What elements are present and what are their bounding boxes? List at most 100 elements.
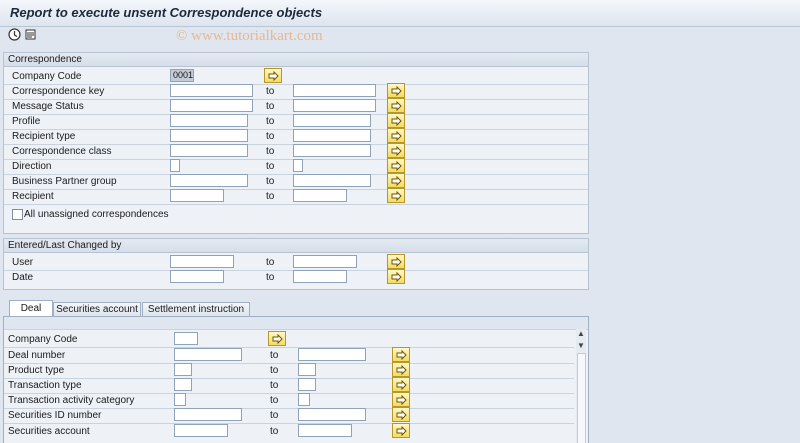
arrow-right-icon: [391, 272, 402, 282]
multiple-selection-button[interactable]: [387, 83, 405, 98]
date-from-input[interactable]: [170, 270, 224, 283]
arrow-right-icon: [391, 116, 402, 126]
direction-from-input[interactable]: [170, 159, 180, 172]
tab-securities-account[interactable]: Securities account: [53, 302, 141, 317]
direction-to-input[interactable]: [293, 159, 303, 172]
multiple-selection-button[interactable]: [392, 423, 410, 438]
multiple-selection-button[interactable]: [387, 188, 405, 203]
transaction-type-from-input[interactable]: [174, 378, 192, 391]
recipient-to-input[interactable]: [293, 189, 347, 202]
recipient-type-to-input[interactable]: [293, 129, 371, 142]
securities-id-from-input[interactable]: [174, 408, 242, 421]
arrow-right-icon: [391, 257, 402, 267]
all-unassigned-checkbox[interactable]: [12, 209, 23, 220]
multiple-selection-button[interactable]: [387, 254, 405, 269]
tab-deal[interactable]: Deal: [9, 300, 53, 317]
scroll-down-icon[interactable]: ▼: [577, 342, 585, 350]
company-code-input[interactable]: 0001: [170, 69, 194, 82]
transaction-type-to-input[interactable]: [298, 378, 316, 391]
to-label: to: [270, 395, 279, 406]
row-correspondence-class: Correspondence class to: [4, 143, 588, 160]
correspondence-class-from-input[interactable]: [170, 144, 248, 157]
arrow-right-icon: [391, 86, 402, 96]
deal-number-to-input[interactable]: [298, 348, 366, 361]
tabstrip: Deal Securities account Settlement instr…: [3, 300, 587, 317]
row-user: User to: [4, 254, 588, 271]
recipient-type-from-input[interactable]: [170, 129, 248, 142]
scroll-track[interactable]: [577, 353, 586, 443]
securities-account-to-input[interactable]: [298, 424, 352, 437]
field-label: Company Code: [8, 334, 78, 345]
user-from-input[interactable]: [170, 255, 234, 268]
arrow-right-icon: [391, 161, 402, 171]
product-type-from-input[interactable]: [174, 363, 192, 376]
multiple-selection-button[interactable]: [387, 98, 405, 113]
recipient-from-input[interactable]: [170, 189, 224, 202]
correspondence-key-from-input[interactable]: [170, 84, 253, 97]
group-title: Correspondence: [4, 53, 588, 67]
multiple-selection-button[interactable]: [392, 407, 410, 422]
profile-to-input[interactable]: [293, 114, 371, 127]
date-to-input[interactable]: [293, 270, 347, 283]
multiple-selection-button[interactable]: [387, 128, 405, 143]
field-label: Company Code: [12, 71, 82, 82]
title-bar: Report to execute unsent Correspondence …: [0, 0, 800, 27]
securities-account-from-input[interactable]: [174, 424, 228, 437]
get-variant-icon[interactable]: [24, 28, 38, 42]
multiple-selection-button[interactable]: [387, 143, 405, 158]
field-label: Profile: [12, 116, 41, 127]
to-label: to: [266, 176, 275, 187]
arrow-right-icon: [391, 191, 402, 201]
row-product-type: Product type to: [4, 362, 574, 379]
message-status-to-input[interactable]: [293, 99, 376, 112]
multiple-selection-button[interactable]: [268, 331, 286, 346]
multiple-selection-button[interactable]: [387, 269, 405, 284]
page-title: Report to execute unsent Correspondence …: [10, 5, 323, 20]
row-date: Date to: [4, 269, 588, 285]
to-label: to: [270, 380, 279, 391]
multiple-selection-button[interactable]: [387, 173, 405, 188]
bp-group-from-input[interactable]: [170, 174, 248, 187]
multiple-selection-button[interactable]: [392, 377, 410, 392]
checkbox-label: All unassigned correspondences: [24, 209, 169, 220]
execute-icon[interactable]: [8, 28, 22, 42]
correspondence-class-to-input[interactable]: [293, 144, 371, 157]
bp-group-to-input[interactable]: [293, 174, 371, 187]
user-to-input[interactable]: [293, 255, 357, 268]
panel-header: [4, 317, 588, 330]
to-label: to: [266, 272, 275, 283]
multiple-selection-button[interactable]: [387, 113, 405, 128]
activity-category-from-input[interactable]: [174, 393, 186, 406]
securities-id-to-input[interactable]: [298, 408, 366, 421]
arrow-right-icon: [391, 101, 402, 111]
field-label: Correspondence class: [12, 146, 112, 157]
field-label: Deal number: [8, 350, 66, 361]
to-label: to: [270, 365, 279, 376]
deal-company-code-input[interactable]: [174, 332, 198, 345]
to-label: to: [266, 257, 275, 268]
multiple-selection-button[interactable]: [392, 362, 410, 377]
field-label: Product type: [8, 365, 65, 376]
message-status-from-input[interactable]: [170, 99, 253, 112]
row-recipient: Recipient to: [4, 188, 588, 205]
deal-number-from-input[interactable]: [174, 348, 242, 361]
multiple-selection-button[interactable]: [392, 392, 410, 407]
tab-settlement-instruction[interactable]: Settlement instruction: [142, 302, 250, 317]
row-message-status: Message Status to: [4, 98, 588, 115]
field-label: Correspondence key: [12, 86, 105, 97]
row-company-code: Company Code 0001: [4, 68, 588, 85]
product-type-to-input[interactable]: [298, 363, 316, 376]
field-label: Transaction type: [8, 380, 82, 391]
multiple-selection-button[interactable]: [264, 68, 282, 83]
to-label: to: [266, 86, 275, 97]
correspondence-key-to-input[interactable]: [293, 84, 376, 97]
arrow-right-icon: [396, 426, 407, 436]
profile-from-input[interactable]: [170, 114, 248, 127]
activity-category-to-input[interactable]: [298, 393, 310, 406]
deal-tab-panel: Company Code Deal number to Product type…: [3, 316, 589, 443]
multiple-selection-button[interactable]: [387, 158, 405, 173]
vertical-scrollbar[interactable]: ▲ ▼: [576, 329, 586, 443]
multiple-selection-button[interactable]: [392, 347, 410, 362]
scroll-up-icon[interactable]: ▲: [577, 330, 585, 338]
arrow-right-icon: [396, 365, 407, 375]
